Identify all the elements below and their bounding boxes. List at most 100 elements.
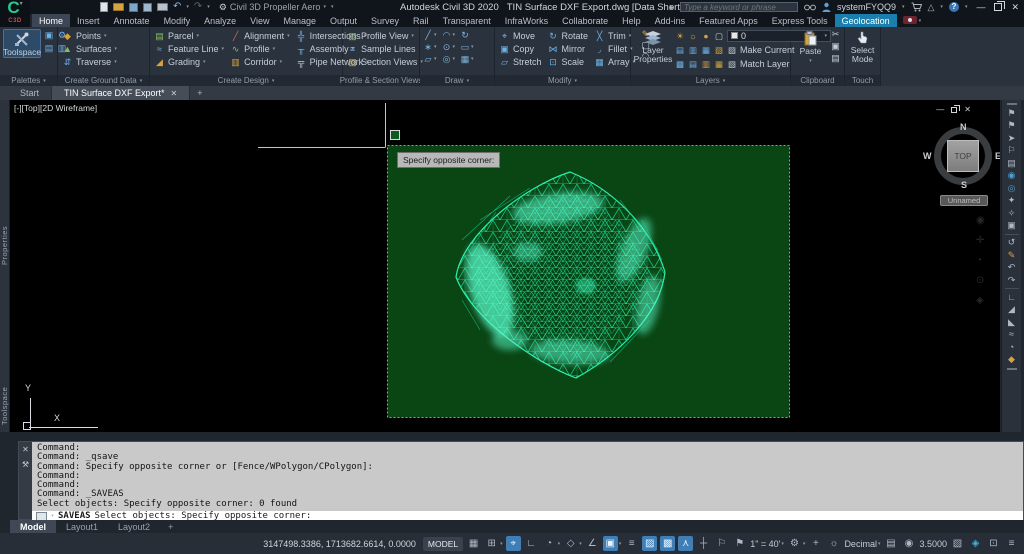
panel-title-draw[interactable]: Draw ▾ <box>420 75 494 86</box>
tool-icon[interactable]: ↺ <box>1008 237 1016 248</box>
snap-toggle[interactable]: ⊞ <box>484 536 499 551</box>
tab-view[interactable]: View <box>243 14 276 27</box>
move-button[interactable]: ⌖ Move <box>498 29 543 42</box>
parcel-button[interactable]: ▤ Parcel ▾ <box>153 29 225 42</box>
clean-screen-toggle[interactable]: ⊡ <box>986 536 1001 551</box>
save-icon[interactable] <box>129 2 138 12</box>
layout1-tab[interactable]: Layout1 <box>56 520 108 533</box>
record-icon[interactable] <box>902 16 917 24</box>
signed-in-user[interactable]: systemFYQQ9 <box>837 2 896 12</box>
tab-rail[interactable]: Rail <box>406 14 436 27</box>
fillet-button[interactable]: ◞ Fillet ▾ <box>593 42 636 55</box>
search-icon[interactable] <box>804 3 816 12</box>
user-icon[interactable] <box>822 2 831 12</box>
snap-caret-icon[interactable]: ▾ <box>500 541 503 547</box>
tab-survey[interactable]: Survey <box>364 14 406 27</box>
user-caret-icon[interactable]: ▾ <box>902 4 905 10</box>
quick-properties-toggle[interactable]: ▤ <box>883 536 898 551</box>
object-snap-tracking-toggle[interactable]: ∠ <box>585 536 600 551</box>
select-mode-button[interactable]: Select Mode <box>848 29 877 64</box>
graphics-performance-toggle[interactable]: ▧ <box>950 536 965 551</box>
layer-properties-button[interactable]: Layer Properties <box>634 29 672 64</box>
autoscale-toggle[interactable]: ⚑ <box>732 536 747 551</box>
navigation-bar[interactable]: ◉ ✛ ◔ ⊙ ◈ <box>976 215 985 306</box>
isodraft-caret-icon[interactable]: ▾ <box>579 541 582 547</box>
tool-icon[interactable]: ↶ <box>1008 262 1016 273</box>
tool-icon[interactable]: ✧ <box>1008 208 1016 219</box>
trim-button[interactable]: ╳ Trim ▾ <box>593 29 636 42</box>
make-current-button[interactable]: Make Current <box>740 45 795 55</box>
status-bar-menu-icon[interactable]: ≡ <box>1004 536 1019 551</box>
polyline-tool[interactable]: ∗ ▾ <box>423 42 436 52</box>
tool-icon[interactable]: ⚑ <box>1007 108 1015 119</box>
hatch-tool[interactable]: ▦ ▾ <box>460 54 474 64</box>
tool-icon[interactable]: ◣ <box>1008 317 1015 328</box>
doc-restore-button[interactable] <box>951 105 961 113</box>
units-button[interactable]: Decimal <box>844 539 877 549</box>
tool-icon[interactable]: ⚐ <box>1007 145 1015 156</box>
tab-geolocation[interactable]: Geolocation <box>834 14 897 27</box>
viewcube-south[interactable]: S <box>961 180 967 190</box>
restore-button[interactable] <box>994 1 1006 11</box>
toolbar-grip[interactable] <box>1006 367 1017 370</box>
layer-color-icon[interactable]: ▢ <box>714 31 724 41</box>
surfaces-button[interactable]: ▲ Surfaces ▾ <box>61 42 118 55</box>
rectangle-tool[interactable]: ▭ ▾ <box>460 42 474 52</box>
workspace-switcher[interactable]: ⚙ Civil 3D Propeller Aero ▾ <box>219 2 326 13</box>
profile-button[interactable]: ∿ Profile ▾ <box>229 42 291 55</box>
autodesk-connect-icon[interactable]: △ <box>928 2 935 12</box>
layout2-tab[interactable]: Layout2 <box>108 520 160 533</box>
grid-toggle[interactable]: ▦ <box>466 536 481 551</box>
circle-tool[interactable]: ⊙ ▾ <box>442 42 455 52</box>
plot-icon[interactable] <box>157 3 168 11</box>
viewport-controls-label[interactable]: [-][Top][2D Wireframe] <box>14 103 97 113</box>
tool-icon[interactable]: ◢ <box>1008 304 1015 315</box>
tool-icon[interactable]: ⚑ <box>1007 120 1015 131</box>
transparency-toggle[interactable]: ▨ <box>642 536 658 551</box>
tab-collaborate[interactable]: Collaborate <box>555 14 615 27</box>
close-tab-icon[interactable]: ✕ <box>171 89 178 98</box>
layer-freeze-icon[interactable]: ☼ <box>688 31 698 41</box>
panel-title-modify[interactable]: Modify ▾ <box>495 75 630 86</box>
new-tab-button[interactable]: + <box>190 86 209 100</box>
viewcube-north[interactable]: N <box>960 122 967 132</box>
search-input[interactable] <box>679 2 798 12</box>
application-menu-button[interactable]: C▾ C3D <box>0 0 30 27</box>
tab-modify[interactable]: Modify <box>157 14 198 27</box>
open-icon[interactable] <box>113 3 124 11</box>
traverse-button[interactable]: ⇵ Traverse ▾ <box>61 55 118 68</box>
nav-wheel-icon[interactable]: ◉ <box>976 215 985 226</box>
viewcube-view-name[interactable]: Unnamed <box>940 195 988 206</box>
tab-output[interactable]: Output <box>323 14 364 27</box>
profile-view-button[interactable]: ▧ Profile View ▾ <box>346 29 424 42</box>
orbit-icon[interactable]: ⊙ <box>976 275 985 286</box>
model-tab[interactable]: Model <box>10 520 56 533</box>
command-history[interactable]: Command: Command: _qsave Command: Specif… <box>32 442 1023 512</box>
make-current-icon[interactable]: ▨ <box>727 45 737 55</box>
3d-object-snap-toggle[interactable]: ⋏ <box>678 536 694 551</box>
layer-tool-icon[interactable]: ▤ <box>675 45 685 55</box>
grading-button[interactable]: ◢ Grading ▾ <box>153 55 225 68</box>
match-layer-button[interactable]: Match Layer <box>740 59 790 69</box>
scale-caret-icon[interactable]: ▾ <box>781 541 784 547</box>
array-button[interactable]: ▦ Array ▾ <box>593 55 636 68</box>
tab-help[interactable]: Help <box>615 14 648 27</box>
tool-icon[interactable]: ◉ <box>1008 170 1016 181</box>
region-tool[interactable]: ▱ ▾ <box>423 54 437 64</box>
dynamic-ucs-toggle[interactable]: ┼ <box>696 536 711 551</box>
panel-title-layers[interactable]: Layers ▾ <box>631 75 790 86</box>
tab-analyze[interactable]: Analyze <box>197 14 243 27</box>
layer-on-icon[interactable]: ☀ <box>675 31 685 41</box>
new-drawing-icon[interactable] <box>100 2 108 12</box>
layer-tool-icon[interactable]: ▧ <box>714 45 724 55</box>
corridor-button[interactable]: ▥ Corridor ▾ <box>229 55 291 68</box>
object-snap-toggle[interactable]: ▣ <box>602 536 618 551</box>
gear-caret-icon[interactable]: ▾ <box>803 541 806 547</box>
scale-button[interactable]: ⊡ Scale <box>547 55 590 68</box>
panel-title-create-ground-data[interactable]: Create Ground Data ▾ <box>58 75 149 86</box>
doc-close-button[interactable]: ✕ <box>963 105 972 115</box>
geolocation-status-icon[interactable]: ◈ <box>968 536 983 551</box>
app-store-cart-icon[interactable] <box>911 2 922 12</box>
help-icon[interactable]: ? <box>948 2 959 12</box>
isodraft-toggle[interactable]: ◇ <box>563 536 578 551</box>
